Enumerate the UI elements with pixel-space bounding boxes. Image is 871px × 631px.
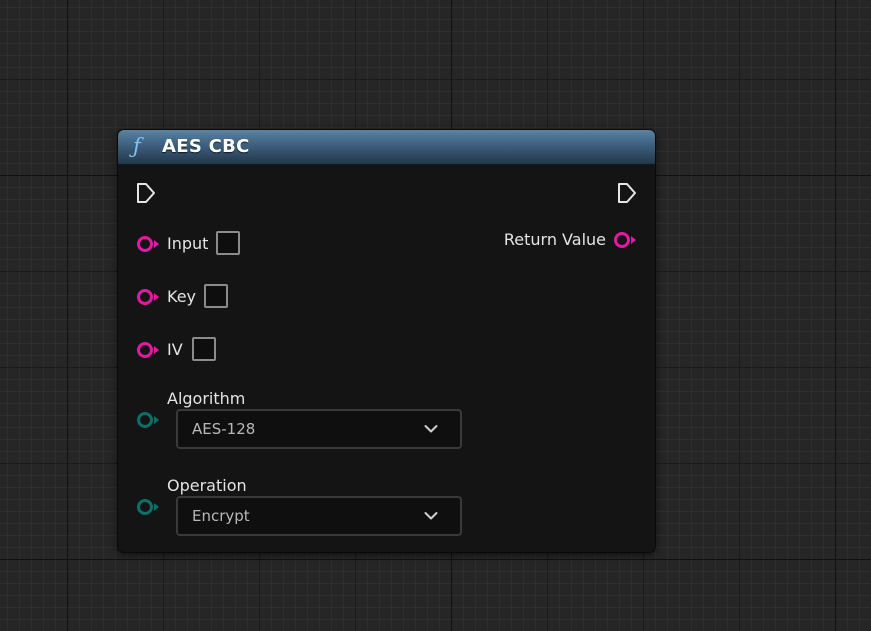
- exec-output-pin[interactable]: [617, 182, 637, 204]
- operation-pin[interactable]: [136, 498, 160, 516]
- return-value-label: Return Value: [503, 230, 606, 249]
- algorithm-selected-value: AES-128: [192, 420, 256, 438]
- input-label: Input: [167, 234, 209, 253]
- operation-dropdown[interactable]: Encrypt: [176, 496, 462, 536]
- iv-pin[interactable]: [136, 341, 160, 359]
- aes-cbc-node[interactable]: ƒ AES CBC Input Key IV Return Value Algo…: [117, 129, 656, 553]
- input-checkbox[interactable]: [216, 231, 240, 255]
- algorithm-pin[interactable]: [136, 411, 160, 429]
- operation-label: Operation: [167, 476, 247, 495]
- function-icon: ƒ: [133, 134, 141, 158]
- key-label: Key: [167, 287, 197, 306]
- algorithm-label: Algorithm: [167, 389, 246, 408]
- input-pin[interactable]: [136, 235, 160, 253]
- exec-input-pin[interactable]: [136, 182, 156, 204]
- node-header[interactable]: ƒ AES CBC: [118, 130, 655, 165]
- key-pin[interactable]: [136, 288, 160, 306]
- iv-checkbox[interactable]: [192, 337, 216, 361]
- chevron-down-icon: [424, 425, 438, 433]
- return-value-pin[interactable]: [613, 231, 637, 249]
- iv-label: IV: [167, 340, 183, 359]
- key-checkbox[interactable]: [204, 284, 228, 308]
- algorithm-dropdown[interactable]: AES-128: [176, 409, 462, 449]
- node-title: AES CBC: [162, 136, 250, 157]
- chevron-down-icon: [424, 512, 438, 520]
- operation-selected-value: Encrypt: [192, 507, 250, 525]
